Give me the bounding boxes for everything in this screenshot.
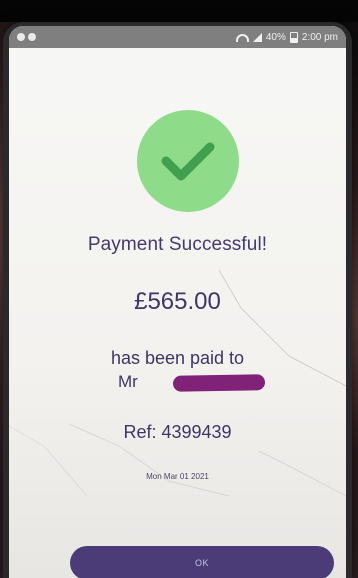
- phone-frame: 40% 2:00 pm Payment Successful! £565.00 …: [3, 22, 352, 578]
- payment-title: Payment Successful!: [87, 234, 268, 255]
- top-border: [0, 0, 358, 22]
- recipient-name: Mr: [118, 372, 138, 391]
- battery-percent: 40%: [265, 31, 286, 43]
- ok-button[interactable]: OK: [70, 546, 334, 578]
- photo-background: 40% 2:00 pm Payment Successful! £565.00 …: [0, 0, 358, 578]
- reference-number: Ref: 4399439: [123, 422, 232, 442]
- notification-icon: [17, 33, 25, 41]
- wifi-icon: [235, 34, 249, 42]
- payment-amount: £565.00: [134, 288, 221, 315]
- status-left: [17, 33, 36, 41]
- redaction-mark: [172, 374, 266, 392]
- check-circle-icon: [137, 110, 239, 212]
- notification-icon: [28, 33, 36, 41]
- clock: 2:00 pm: [301, 31, 338, 43]
- phone-screen: 40% 2:00 pm Payment Successful! £565.00 …: [9, 26, 346, 578]
- paid-to-text: has been paid to: [110, 348, 245, 368]
- status-right: 40% 2:00 pm: [235, 31, 338, 43]
- battery-icon: [289, 31, 298, 43]
- signal-icon: [252, 32, 262, 42]
- payment-date: Mon Mar 01 2021: [146, 472, 209, 481]
- status-bar: 40% 2:00 pm: [9, 26, 346, 48]
